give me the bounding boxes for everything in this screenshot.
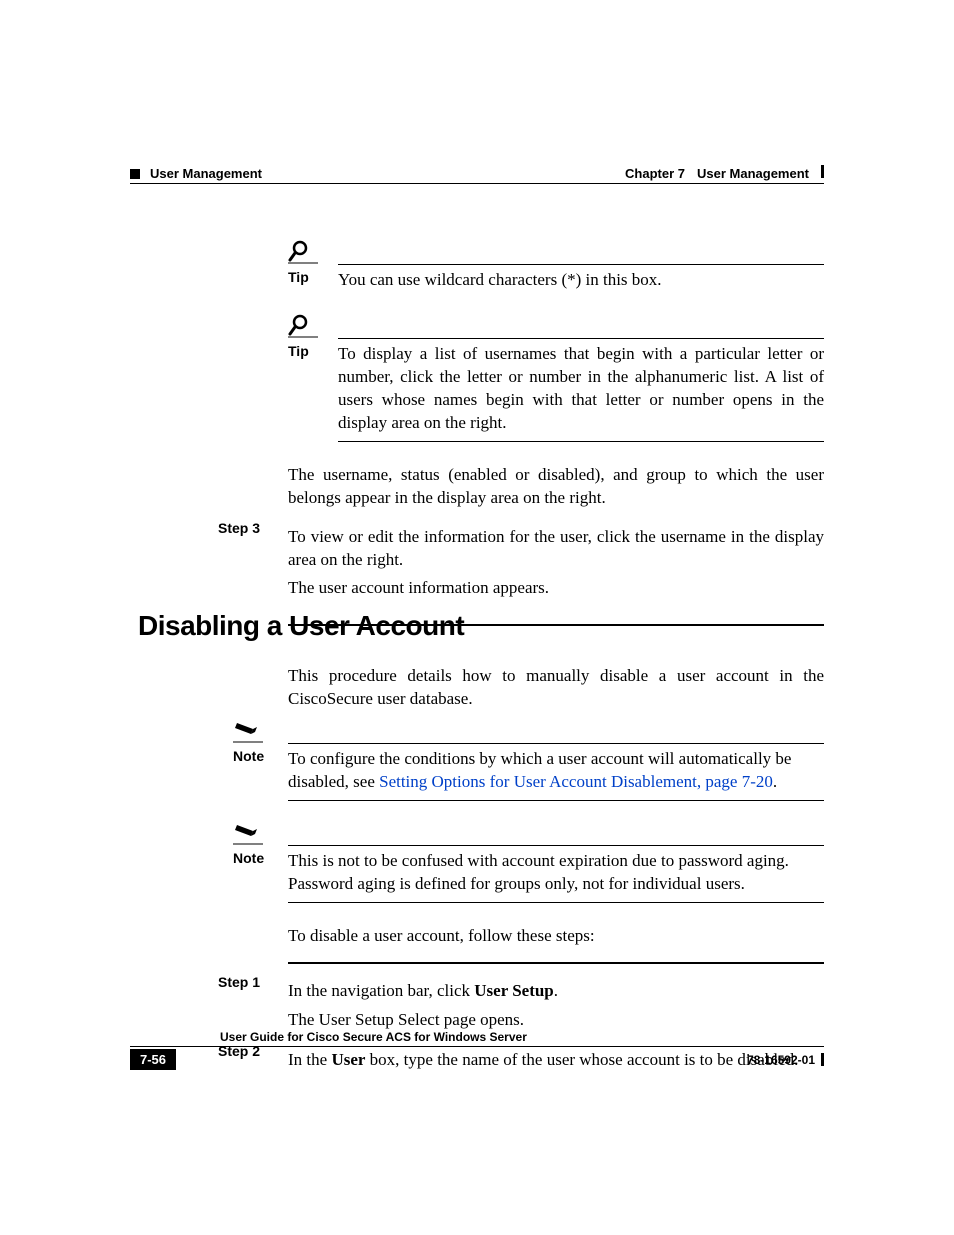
step-1: Step 1 In the navigation bar, click User…	[288, 974, 824, 1038]
note-callout-1: Note To configure the conditions by whic…	[288, 721, 824, 801]
step-label: Step 3	[218, 520, 278, 536]
note-callout-2: Note This is not to be confused with acc…	[288, 823, 824, 903]
tip-label: Tip	[288, 265, 338, 285]
step-prefix: In the navigation bar, click	[288, 981, 474, 1000]
note-suffix: .	[773, 772, 777, 791]
note-label: Note	[233, 744, 264, 764]
header-right: Chapter 7 User Management	[625, 165, 824, 181]
tip-text: You can use wildcard characters (*) in t…	[338, 265, 824, 292]
section-heading: Disabling a User Account	[138, 610, 464, 642]
tip-callout-1: Tip You can use wildcard characters (*) …	[288, 240, 824, 292]
ui-element-name: User Setup	[474, 981, 554, 1000]
upper-content: Tip You can use wildcard characters (*) …	[288, 240, 824, 626]
tip-callout-2: Tip To display a list of usernames that …	[288, 314, 824, 442]
doc-id-text: 78-16592-01	[747, 1053, 815, 1067]
note-text: This is not to be confused with account …	[288, 846, 824, 903]
note-text: To configure the conditions by which a u…	[288, 744, 824, 801]
footer-bar-icon	[821, 1053, 824, 1066]
cross-reference-link[interactable]: Setting Options for User Account Disable…	[379, 772, 773, 791]
step-suffix: .	[554, 981, 558, 1000]
document-id: 78-16592-01	[747, 1053, 824, 1067]
step-text: To view or edit the information for the …	[288, 526, 824, 572]
steps-start-rule	[288, 962, 824, 964]
header-chapter-label: Chapter 7	[625, 166, 685, 181]
tip-text: To display a list of usernames that begi…	[338, 339, 824, 442]
intro-paragraph: This procedure details how to manually d…	[288, 665, 824, 711]
footer-title: User Guide for Cisco Secure ACS for Wind…	[130, 1030, 824, 1047]
step-text: In the navigation bar, click User Setup.	[288, 980, 824, 1003]
header-bar-icon	[821, 165, 824, 178]
note-icon	[233, 721, 824, 743]
document-page: User Management Chapter 7 User Managemen…	[0, 0, 954, 1235]
lower-content: This procedure details how to manually d…	[288, 665, 824, 1084]
step-text: The user account information appears.	[288, 577, 824, 600]
running-header: User Management Chapter 7 User Managemen…	[130, 165, 824, 184]
header-square-icon	[130, 169, 140, 179]
step-3: Step 3 To view or edit the information f…	[288, 520, 824, 607]
header-left: User Management	[130, 166, 262, 181]
header-section: User Management	[150, 166, 262, 181]
header-chapter-title: User Management	[697, 166, 809, 181]
step-label: Step 1	[218, 974, 278, 990]
tip-label: Tip	[288, 339, 338, 359]
step-text: The User Setup Select page opens.	[288, 1009, 824, 1032]
page-footer: User Guide for Cisco Secure ACS for Wind…	[130, 1030, 824, 1070]
note-icon	[233, 823, 824, 845]
note-label: Note	[233, 846, 264, 866]
paragraph: The username, status (enabled or disable…	[288, 464, 824, 510]
tip-icon	[288, 314, 824, 338]
tip-icon	[288, 240, 824, 264]
lead-paragraph: To disable a user account, follow these …	[288, 925, 824, 948]
page-number-badge: 7-56	[130, 1049, 176, 1070]
